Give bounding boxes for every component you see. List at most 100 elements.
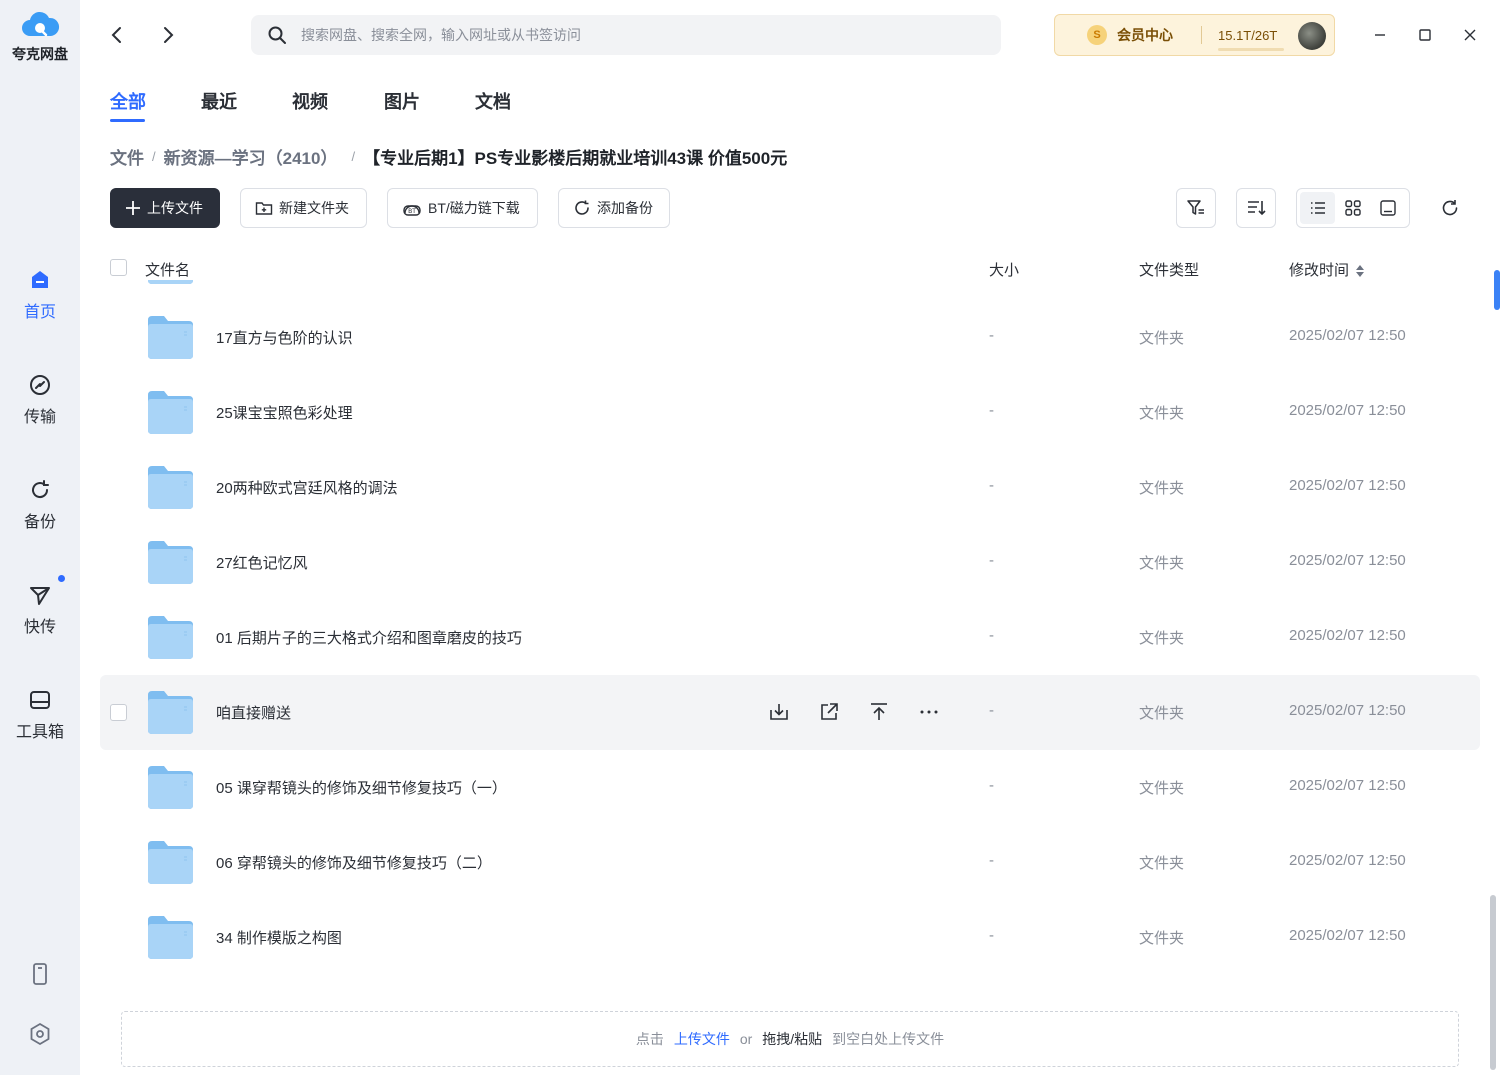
- refresh-button[interactable]: [1437, 195, 1463, 221]
- file-modified-time: 2025/02/07 12:50: [1289, 402, 1406, 419]
- sidebar-item-label: 备份: [23, 514, 56, 531]
- sidebar-item-home[interactable]: 首页: [0, 268, 80, 322]
- file-name[interactable]: 25课宝宝照色彩处理: [216, 402, 353, 423]
- table-row[interactable]: 27红色记忆风 - 文件夹 2025/02/07 12:50: [100, 525, 1480, 600]
- file-name[interactable]: 20两种欧式宫廷风格的调法: [216, 477, 398, 498]
- sidebar-item-backup[interactable]: 备份: [0, 478, 80, 532]
- folder-icon: [148, 691, 193, 734]
- add-backup-button[interactable]: 添加备份: [558, 188, 670, 228]
- move-to-top-button[interactable]: [866, 699, 892, 725]
- sidebar-item-transfer[interactable]: 传输: [0, 373, 80, 427]
- file-name[interactable]: 05 课穿帮镜头的修饰及细节修复技巧（一）: [216, 777, 507, 798]
- pin-top-icon: [871, 703, 887, 720]
- column-header-type[interactable]: 文件类型: [1139, 259, 1199, 280]
- table-row[interactable]: 04 人物的肤色处理与细节 - 文件夹 2025/02/07 12:50: [100, 280, 1480, 300]
- sidebar-item-fast-send[interactable]: 快传: [0, 575, 80, 637]
- table-row[interactable]: 17直方与色阶的认识 - 文件夹 2025/02/07 12:50: [100, 300, 1480, 375]
- list-view-button[interactable]: [1300, 192, 1336, 224]
- tab-all[interactable]: 全部: [110, 88, 146, 114]
- file-size: -: [989, 852, 994, 869]
- fast-send-icon: [30, 587, 50, 605]
- maximize-button[interactable]: [1412, 22, 1438, 48]
- share-button[interactable]: [816, 699, 842, 725]
- sidebar: 夸克网盘 首页 传输 备份 快传 工具箱: [0, 0, 80, 1075]
- sort-icon: [1248, 201, 1266, 216]
- file-name[interactable]: 01 后期片子的三大格式介绍和图章磨皮的技巧: [216, 627, 522, 648]
- file-type: 文件夹: [1139, 855, 1185, 872]
- refresh-icon: [1442, 200, 1458, 216]
- home-icon: [32, 271, 48, 288]
- preview-view-button[interactable]: [1371, 192, 1406, 224]
- more-button[interactable]: [916, 699, 942, 725]
- tab-document[interactable]: 文档: [475, 88, 511, 114]
- minimize-button[interactable]: [1367, 22, 1393, 48]
- filter-button[interactable]: [1176, 188, 1216, 228]
- tab-image[interactable]: 图片: [384, 88, 420, 114]
- file-size: -: [989, 777, 994, 794]
- close-icon: [1464, 29, 1476, 41]
- table-row[interactable]: 05 课穿帮镜头的修饰及细节修复技巧（一） - 文件夹 2025/02/07 1…: [100, 750, 1480, 825]
- column-header-name[interactable]: 文件名: [145, 259, 190, 280]
- file-size: -: [989, 477, 994, 494]
- sort-button[interactable]: [1236, 188, 1276, 228]
- column-header-time[interactable]: 修改时间: [1289, 259, 1365, 280]
- file-type: 文件夹: [1139, 930, 1185, 947]
- folder-icon: [148, 391, 193, 434]
- bt-download-button[interactable]: BT BT/磁力链下载: [387, 188, 538, 228]
- storage-text: 15.1T/26T: [1218, 27, 1278, 43]
- file-type: 文件夹: [1139, 705, 1185, 722]
- settings-button[interactable]: [28, 1022, 52, 1046]
- file-name[interactable]: 27红色记忆风: [216, 552, 308, 573]
- breadcrumb: 文件 / 新资源—学习（2410） / 【专业后期1】PS专业影楼后期就业培训4…: [110, 144, 787, 169]
- file-size: -: [989, 927, 994, 944]
- search-bar[interactable]: [251, 15, 1001, 55]
- breadcrumb-item-files[interactable]: 文件: [110, 144, 144, 169]
- row-checkbox[interactable]: [110, 704, 127, 721]
- grid-view-button[interactable]: [1335, 192, 1370, 224]
- app-logo[interactable]: 夸克网盘: [0, 10, 80, 64]
- table-row[interactable]: 34 制作模版之构图 - 文件夹 2025/02/07 12:50: [100, 900, 1480, 975]
- forward-button[interactable]: [155, 22, 181, 48]
- file-name[interactable]: 咱直接赠送: [216, 702, 291, 723]
- table-row[interactable]: 01 后期片子的三大格式介绍和图章磨皮的技巧 - 文件夹 2025/02/07 …: [100, 600, 1480, 675]
- back-button[interactable]: [104, 22, 130, 48]
- table-row[interactable]: 06 穿帮镜头的修饰及细节修复技巧（二） - 文件夹 2025/02/07 12…: [100, 825, 1480, 900]
- maximize-icon: [1419, 29, 1431, 41]
- phone-button[interactable]: [28, 962, 52, 986]
- add-backup-button-label: 添加备份: [597, 200, 653, 216]
- avatar[interactable]: [1298, 22, 1326, 50]
- search-input[interactable]: [301, 27, 951, 43]
- column-header-size[interactable]: 大小: [989, 259, 1019, 280]
- file-modified-time: 2025/02/07 12:50: [1289, 702, 1406, 719]
- file-name[interactable]: 06 穿帮镜头的修饰及细节修复技巧（二）: [216, 852, 492, 873]
- breadcrumb-item-parent[interactable]: 新资源—学习（2410）: [164, 144, 338, 169]
- breadcrumb-separator: /: [351, 149, 356, 164]
- close-button[interactable]: [1457, 22, 1483, 48]
- sidebar-item-toolbox[interactable]: 工具箱: [0, 688, 80, 742]
- svg-text:BT: BT: [408, 208, 416, 215]
- table-row[interactable]: 咱直接赠送 - 文件夹 2025/02/07 12:50: [100, 675, 1480, 750]
- notification-dot: [58, 575, 65, 582]
- bt-icon: BT: [403, 205, 421, 216]
- file-name[interactable]: 17直方与色阶的认识: [216, 327, 353, 348]
- file-modified-time: 2025/02/07 12:50: [1289, 552, 1406, 569]
- file-modified-time: 2025/02/07 12:50: [1289, 777, 1406, 794]
- tab-recent[interactable]: 最近: [201, 88, 237, 114]
- member-center[interactable]: S 会员中心 15.1T/26T: [1054, 14, 1335, 56]
- chevron-right-icon: [164, 27, 174, 43]
- upload-button[interactable]: 上传文件: [110, 188, 220, 228]
- table-row[interactable]: 20两种欧式宫廷风格的调法 - 文件夹 2025/02/07 12:50: [100, 450, 1480, 525]
- new-folder-button[interactable]: 新建文件夹: [240, 188, 367, 228]
- table-row[interactable]: 25课宝宝照色彩处理 - 文件夹 2025/02/07 12:50: [100, 375, 1480, 450]
- file-name[interactable]: 34 制作模版之构图: [216, 927, 342, 948]
- tab-video[interactable]: 视频: [292, 88, 328, 114]
- storage-bar: [1218, 47, 1284, 51]
- select-all-checkbox[interactable]: [110, 259, 127, 276]
- new-folder-button-label: 新建文件夹: [279, 200, 349, 216]
- upload-dropzone[interactable]: 点击 上传文件 or 拖拽/粘贴 到空白处上传文件: [121, 1011, 1459, 1067]
- dropzone-upload-link[interactable]: 上传文件: [674, 1029, 730, 1049]
- download-button[interactable]: [766, 699, 792, 725]
- scrollbar[interactable]: [1490, 895, 1496, 1070]
- divider: [1201, 26, 1202, 44]
- plus-icon: [126, 201, 140, 215]
